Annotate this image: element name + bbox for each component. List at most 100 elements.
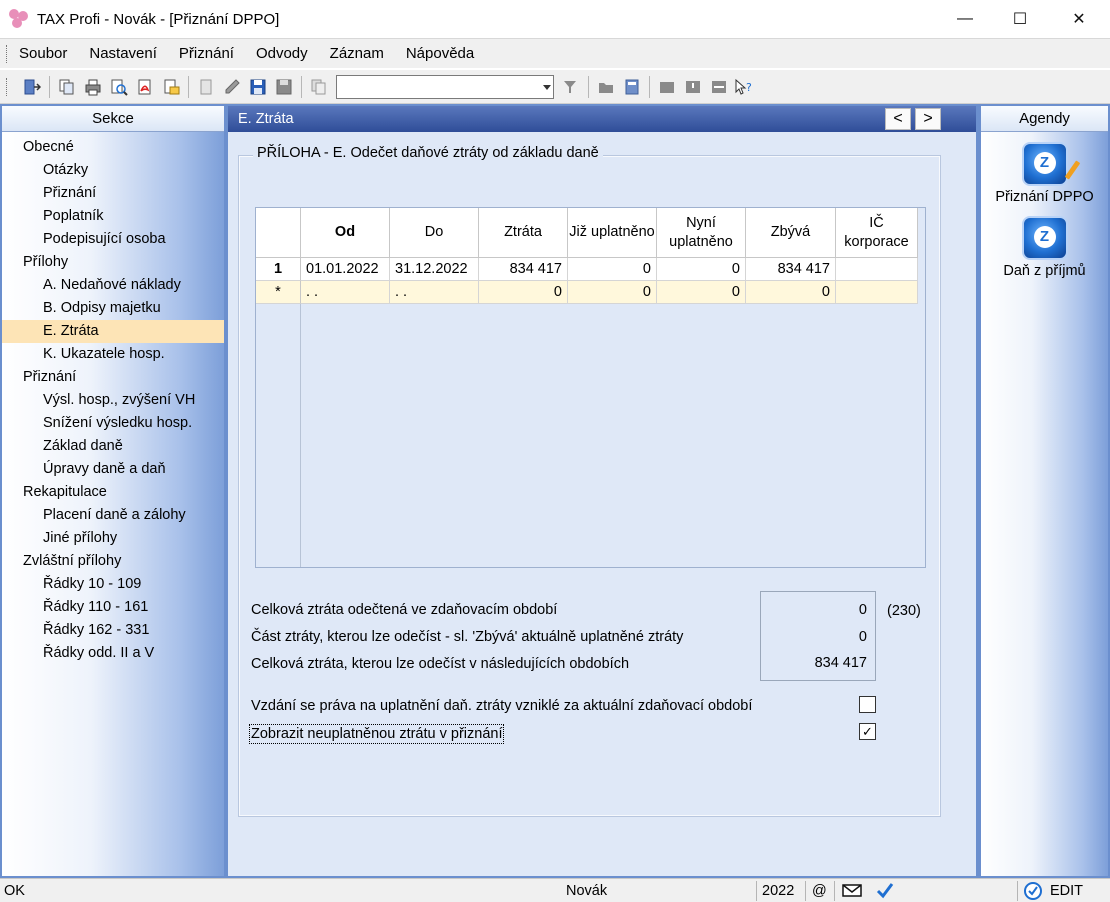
maximize-button[interactable]: ☐ [993,0,1047,38]
warning-icon[interactable] [681,75,705,99]
table-header: Od Do Ztráta Již uplatněno Nyní uplatněn… [256,208,918,258]
tree-item[interactable]: Placení daně a zálohy [2,504,224,527]
edit-mode-icon [1023,881,1043,902]
cell-od[interactable]: 01.01.2022 [301,258,390,281]
tree-item[interactable]: Řádky odd. II a V [2,642,224,665]
cell-do[interactable]: . . [390,281,479,304]
minimize-button[interactable]: — [938,0,992,38]
priloha-group: PŘÍLOHA - E. Odečet daňové ztráty od zák… [238,145,941,817]
col-do[interactable]: Do [390,208,479,258]
cell-od[interactable]: . . [301,281,390,304]
col-ic-korporace[interactable]: IČ korporace [836,208,918,258]
pdf-mail-icon[interactable] [159,75,183,99]
tree-group[interactable]: Zvláštní přílohy [2,550,224,573]
menu-grip[interactable] [6,44,9,63]
exit-icon[interactable] [20,75,44,99]
next-button[interactable]: > [915,108,941,130]
table-row-new[interactable]: * . . . . 0 0 0 0 [256,281,918,304]
edit-icon[interactable] [220,75,244,99]
tree-item[interactable]: Přiznání [2,182,224,205]
new-record-icon[interactable] [194,75,218,99]
tree-item[interactable]: Snížení výsledku hosp. [2,412,224,435]
agenda-label: Daň z příjmů [1003,263,1086,279]
tree-item[interactable]: A. Nedaňové náklady [2,274,224,297]
tree-item[interactable]: B. Odpisy majetku [2,297,224,320]
content-header: E. Ztráta < > [228,106,976,132]
cell-ztrata[interactable]: 0 [479,281,568,304]
loss-table[interactable]: Od Do Ztráta Již uplatněno Nyní uplatněn… [255,207,926,568]
print-icon[interactable] [81,75,105,99]
table-row[interactable]: 1 01.01.2022 31.12.2022 834 417 0 0 834 … [256,258,918,281]
status-separator [756,881,757,901]
cell-do[interactable]: 31.12.2022 [390,258,479,281]
tree-item[interactable]: Podepisující osoba [2,228,224,251]
tree-item[interactable]: Jiné přílohy [2,527,224,550]
cell-nyni-uplatneno[interactable]: 0 [657,281,746,304]
tree-item[interactable]: Základ daně [2,435,224,458]
show-loss-label[interactable]: Zobrazit neuplatněnou ztrátu v přiznání [248,724,505,744]
tree-group[interactable]: Přiznání [2,366,224,389]
row-indicator[interactable]: 1 [256,258,301,281]
summary-label-nasledujici: Celková ztráta, kterou lze odečíst v nás… [251,656,630,672]
tree-item[interactable]: E. Ztráta [2,320,224,343]
cell-ztrata[interactable]: 834 417 [479,258,568,281]
tree-item[interactable]: Řádky 162 - 331 [2,619,224,642]
tree-item[interactable]: Poplatník [2,205,224,228]
tree-group[interactable]: Rekapitulace [2,481,224,504]
cell-ic-korporace[interactable] [836,281,918,304]
tree-item[interactable]: K. Ukazatele hosp. [2,343,224,366]
cell-zbyva[interactable]: 0 [746,281,836,304]
summary-row-reference: (230) [887,603,921,619]
chevron-down-icon[interactable] [543,84,551,90]
prev-button[interactable]: < [885,108,911,130]
row-indicator[interactable]: * [256,281,301,304]
tree-item[interactable]: Výsl. hosp., zvýšení VH [2,389,224,412]
window-icon[interactable] [707,75,731,99]
col-zbyva[interactable]: Zbývá [746,208,836,258]
col-jiz-uplatneno[interactable]: Již uplatněno [568,208,657,258]
menu-priznani[interactable]: Přiznání [179,45,234,62]
agenda-priznani-dppo[interactable]: Z Přiznání DPPO [981,142,1108,205]
tree-item[interactable]: Řádky 110 - 161 [2,596,224,619]
calculator-icon[interactable] [620,75,644,99]
cell-jiz-uplatneno[interactable]: 0 [568,281,657,304]
waiver-label[interactable]: Vzdání se práva na uplatnění daň. ztráty… [251,698,752,714]
close-button[interactable]: ✕ [1052,0,1106,38]
search-combo[interactable] [336,74,554,99]
help-icon[interactable]: ? [733,75,757,99]
menu-zaznam[interactable]: Záznam [330,45,384,62]
show-loss-checkbox[interactable]: ✓ [859,723,876,740]
print-preview-icon[interactable] [107,75,131,99]
pdf-icon[interactable] [133,75,157,99]
cancel-icon[interactable] [272,75,296,99]
col-od[interactable]: Od [301,208,390,258]
duplicate-icon[interactable] [307,75,331,99]
tree-item[interactable]: Otázky [2,159,224,182]
waiver-checkbox[interactable] [859,696,876,713]
cell-nyni-uplatneno[interactable]: 0 [657,258,746,281]
cell-jiz-uplatneno[interactable]: 0 [568,258,657,281]
status-bar: OK Novák 2022 @ EDIT [0,878,1110,902]
menu-napoveda[interactable]: Nápověda [406,45,474,62]
tree-item[interactable]: Úpravy daně a daň [2,458,224,481]
cell-ic-korporace[interactable] [836,258,918,281]
cell-zbyva[interactable]: 834 417 [746,258,836,281]
tree-group[interactable]: Přílohy [2,251,224,274]
copy-icon[interactable] [55,75,79,99]
menu-soubor[interactable]: Soubor [19,45,67,62]
toolbar-grip[interactable] [6,77,9,96]
save-icon[interactable] [246,75,270,99]
col-ztrata[interactable]: Ztráta [479,208,568,258]
tree-group[interactable]: Obecné [2,136,224,159]
tree-item[interactable]: Řádky 10 - 109 [2,573,224,596]
verify-icon [875,882,895,902]
folder-icon[interactable] [594,75,618,99]
filter-icon[interactable] [559,75,583,99]
col-nyni-uplatneno[interactable]: Nyní uplatněno [657,208,746,258]
content-title: E. Ztráta [238,111,294,127]
menu-nastaveni[interactable]: Nastavení [89,45,157,62]
import-icon[interactable] [655,75,679,99]
sekce-header: Sekce [2,106,224,132]
menu-odvody[interactable]: Odvody [256,45,308,62]
agenda-dan-z-prijmu[interactable]: Z Daň z příjmů [981,216,1108,279]
